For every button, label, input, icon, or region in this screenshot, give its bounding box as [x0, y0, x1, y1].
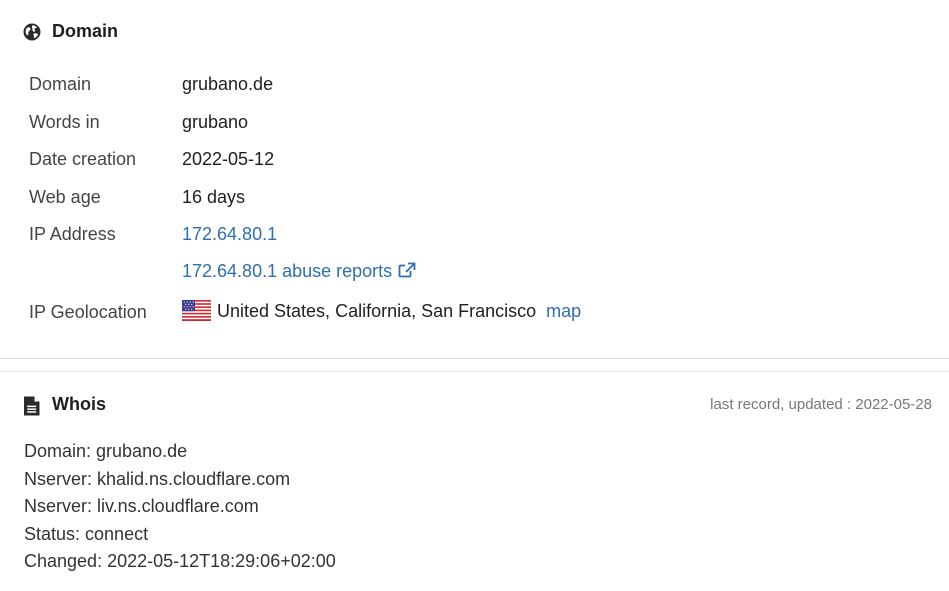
row-abuse: 172.64.80.1 abuse reports	[29, 254, 581, 292]
domain-label: Domain	[29, 74, 92, 95]
ip-address-label: IP Address	[29, 224, 116, 245]
row-age: Web age 16 days	[29, 179, 581, 217]
external-link-icon	[398, 262, 416, 283]
abuse-empty-label	[29, 254, 182, 292]
whois-line: Changed: 2022-05-12T18:29:06+02:00	[24, 551, 336, 571]
domain-title-text: Domain	[52, 21, 119, 41]
globe-icon	[23, 23, 41, 41]
web-age-label: Web age	[29, 186, 101, 207]
domain-info-table: Domain grubano.de Words in grubano Date …	[29, 66, 581, 334]
us-flag-icon	[181, 299, 212, 326]
ip-address-link[interactable]: 172.64.80.1	[182, 224, 277, 244]
section-divider	[0, 358, 949, 359]
abuse-cell: 172.64.80.1 abuse reports	[182, 254, 581, 292]
abuse-reports-link[interactable]: 172.64.80.1 abuse reports	[182, 261, 416, 281]
section-divider-secondary	[0, 371, 949, 372]
date-creation-value: 2022-05-12	[182, 149, 275, 170]
document-icon	[23, 396, 41, 415]
last-record-updated: last record, updated : 2022-05-28	[710, 396, 932, 413]
row-domain: Domain grubano.de	[29, 66, 581, 104]
whois-record: Domain: grubano.de Nserver: khalid.ns.cl…	[24, 438, 336, 576]
ip-address-cell: 172.64.80.1	[182, 216, 581, 254]
row-words: Words in grubano	[29, 104, 581, 142]
ip-geolocation-cell: United States, California, San Francisco…	[181, 291, 581, 334]
domain-section-title: Domain	[23, 21, 118, 42]
map-link[interactable]: map	[546, 301, 581, 321]
abuse-reports-text: 172.64.80.1 abuse reports	[182, 261, 393, 282]
geolocation-value: United States, California, San Francisco	[217, 300, 537, 321]
words-value: grubano	[182, 111, 249, 132]
words-label: Words in	[29, 111, 100, 132]
whois-title-text: Whois	[52, 394, 106, 414]
whois-line: Status: connect	[24, 523, 149, 544]
row-geolocation: IP Geolocation United States, California…	[29, 291, 581, 334]
row-ip: IP Address 172.64.80.1	[29, 216, 581, 254]
whois-line: Domain: grubano.de	[24, 441, 188, 461]
ip-geolocation-label: IP Geolocation	[29, 302, 147, 322]
date-creation-label: Date creation	[29, 149, 137, 170]
web-age-value: 16 days	[182, 186, 246, 207]
whois-line: Nserver: liv.ns.cloudflare.com	[24, 496, 259, 516]
whois-line: Nserver: khalid.ns.cloudflare.com	[24, 468, 291, 489]
whois-section-title: Whois	[23, 394, 106, 415]
row-created: Date creation 2022-05-12	[29, 141, 581, 179]
domain-value: grubano.de	[182, 74, 274, 95]
